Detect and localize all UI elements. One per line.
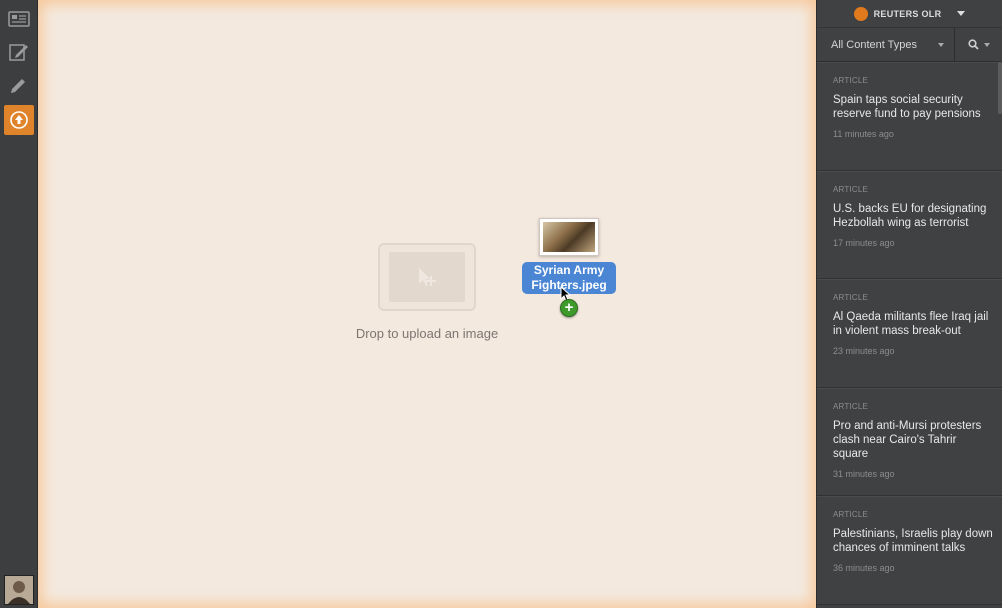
upload-icon — [10, 111, 28, 129]
source-name: REUTERS OLR — [873, 8, 942, 19]
content-panel: REUTERS OLR All Content Types ARTICLE Sp… — [816, 0, 1002, 608]
list-item[interactable]: ARTICLE Pro and anti-Mursi protesters cl… — [817, 387, 1002, 496]
list-item[interactable]: ARTICLE Palestinians, Israelis play down… — [817, 496, 1002, 605]
item-time: 23 minutes ago — [833, 346, 895, 356]
item-title: Al Qaeda militants flee Iraq jail in vio… — [833, 311, 989, 337]
source-selector[interactable]: REUTERS OLR — [817, 0, 1002, 28]
user-avatar[interactable] — [4, 575, 34, 605]
chevron-down-icon — [957, 11, 966, 16]
content-type-label: All Content Types — [831, 38, 918, 51]
left-rail — [0, 0, 38, 608]
upload-button[interactable] — [4, 105, 34, 135]
feed-scrollbar[interactable] — [998, 62, 1002, 114]
reuters-logo-icon — [853, 6, 868, 21]
list-item[interactable]: ARTICLE Al Qaeda militants flee Iraq jai… — [817, 279, 1002, 388]
list-item[interactable]: ARTICLE Spain taps social security reser… — [817, 62, 1002, 171]
item-type: ARTICLE — [833, 293, 869, 302]
copy-plus-icon: + — [560, 299, 578, 317]
chevron-down-icon — [938, 42, 944, 47]
dragged-image-thumbnail — [539, 218, 599, 256]
drop-target-frame — [378, 243, 476, 311]
item-type: ARTICLE — [833, 184, 869, 194]
item-type: ARTICLE — [833, 401, 869, 411]
item-type: ARTICLE — [833, 76, 869, 85]
list-item[interactable]: ARTICLE U.S. backs EU for designating He… — [817, 170, 1002, 279]
upload-drop-area[interactable]: Drop to upload an image Syrian Army Figh… — [38, 0, 816, 608]
article-feed: ARTICLE Spain taps social security reser… — [817, 62, 1002, 608]
item-time: 11 minutes ago — [833, 129, 894, 139]
compose-button[interactable] — [4, 37, 34, 67]
edit-button[interactable] — [4, 70, 34, 100]
item-time: 17 minutes ago — [833, 237, 895, 248]
item-type: ARTICLE — [833, 510, 869, 519]
filter-bar: All Content Types — [817, 28, 1002, 62]
drop-label: Drop to upload an image — [355, 326, 499, 341]
item-title: U.S. backs EU for designating Hezbollah … — [833, 202, 987, 229]
search-icon — [967, 39, 979, 50]
content-type-select[interactable]: All Content Types — [817, 28, 955, 61]
drop-cursor-icon — [419, 268, 436, 286]
item-title: Palestinians, Israelis play down chances… — [833, 528, 993, 554]
news-list-icon — [8, 11, 30, 27]
chevron-down-icon — [983, 42, 990, 47]
item-title: Pro and anti-Mursi protesters clash near… — [833, 419, 982, 460]
search-button[interactable] — [955, 28, 1002, 61]
item-title: Spain taps social security reserve fund … — [833, 94, 981, 120]
avatar-image — [5, 576, 33, 604]
news-list-button[interactable] — [4, 4, 34, 34]
compose-icon — [9, 44, 28, 61]
item-time: 31 minutes ago — [833, 468, 895, 479]
item-time: 36 minutes ago — [833, 563, 895, 573]
pencil-icon — [11, 79, 25, 93]
